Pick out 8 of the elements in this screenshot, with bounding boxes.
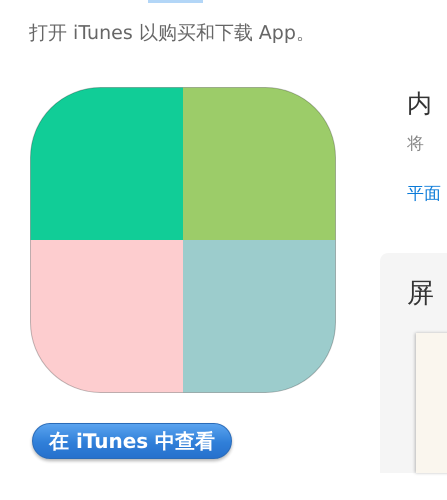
description-text: 将 <box>407 133 424 155</box>
highlight-bar <box>148 0 203 3</box>
header-text: 打开 iTunes 以购买和下载 App。 <box>29 21 315 46</box>
view-in-itunes-button[interactable]: 在 iTunes 中查看 <box>32 423 232 459</box>
section-title: 内 <box>407 88 432 120</box>
link[interactable]: 平面 <box>407 182 441 205</box>
panel-title: 屏 <box>407 277 435 311</box>
app-icon <box>30 87 336 393</box>
